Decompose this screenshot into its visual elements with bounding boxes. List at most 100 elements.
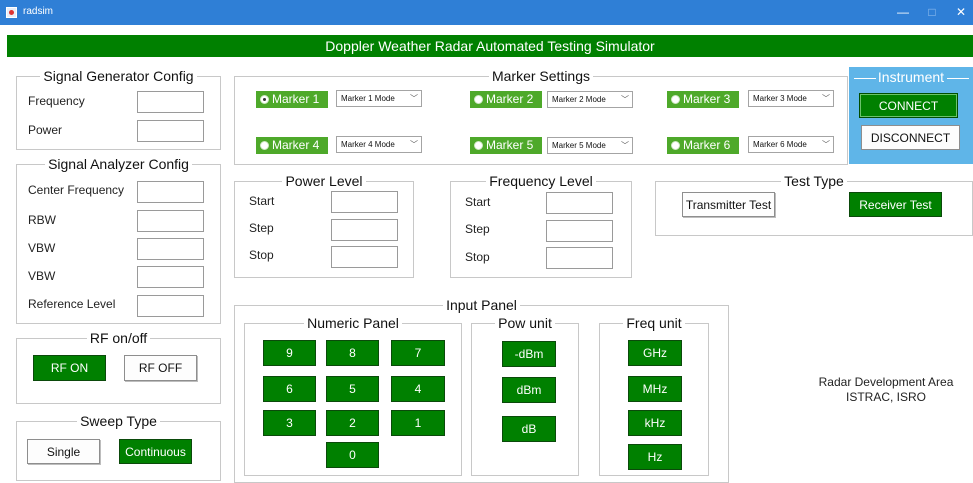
chevron-down-icon: ﹀ [410,140,418,149]
app-icon [6,7,17,18]
chevron-down-icon: ﹀ [410,94,418,103]
vbw-input-2[interactable] [137,266,204,288]
signal-generator-config-legend: Signal Generator Config [43,68,194,84]
power-start-input[interactable] [331,191,398,213]
chevron-down-icon: ﹀ [621,95,629,104]
signal-analyzer-config-legend: Signal Analyzer Config [48,156,189,172]
receiver-test-button[interactable]: Receiver Test [849,192,942,217]
numeric-key-6[interactable]: 6 [263,376,316,402]
close-button[interactable]: ✕ [951,3,971,21]
power-label: Power [28,123,63,137]
title-bar: radsim — □ ✕ [0,0,973,25]
numeric-key-2[interactable]: 2 [326,410,379,436]
rbw-label: RBW [28,213,56,227]
transmitter-test-button[interactable]: Transmitter Test [682,192,775,217]
marker-5-radio[interactable]: Marker 5 [470,137,542,154]
frequency-input[interactable] [137,91,204,113]
marker-5-mode-value: Marker 5 Mode [552,141,606,150]
radio-icon [474,141,483,150]
maximize-button[interactable]: □ [922,3,942,21]
numeric-key-9[interactable]: 9 [263,340,316,366]
marker-4-mode-dropdown[interactable]: Marker 4 Mode ﹀ [336,136,422,153]
marker-1-mode-dropdown[interactable]: Marker 1 Mode ﹀ [336,90,422,107]
power-start-label: Start [249,194,275,208]
marker-5-mode-dropdown[interactable]: Marker 5 Mode ﹀ [547,137,633,154]
radio-icon [671,95,680,104]
power-step-label: Step [249,221,274,235]
frequency-start-input[interactable] [546,192,613,214]
vbw-input[interactable] [137,238,204,260]
marker-4-radio[interactable]: Marker 4 [256,137,328,154]
radsim-window: radsim — □ ✕ Doppler Weather Radar Autom… [0,0,973,483]
power-step-input[interactable] [331,219,398,241]
marker-3-label: Marker 3 [683,92,731,106]
marker-4-mode-value: Marker 4 Mode [341,140,395,149]
organization-note: Radar Development Area ISTRAC, ISRO [806,375,966,405]
rf-on-off-legend: RF on/off [89,330,148,346]
connect-button[interactable]: CONNECT [859,93,958,118]
frequency-label: Frequency [28,94,85,108]
frequency-stop-label: Stop [465,250,490,264]
numeric-key-7[interactable]: 7 [391,340,445,366]
marker-1-mode-value: Marker 1 Mode [341,94,395,103]
marker-4-label: Marker 4 [272,138,320,152]
vbw-label-2: VBW [28,269,56,283]
pow-unit-dbm-button[interactable]: dBm [502,377,556,403]
marker-6-label: Marker 6 [683,138,731,152]
input-panel-legend: Input Panel [446,297,517,313]
chevron-down-icon: ﹀ [621,141,629,150]
minimize-button[interactable]: — [893,3,913,21]
marker-2-label: Marker 2 [486,92,534,106]
rf-on-button[interactable]: RF ON [33,355,106,381]
power-stop-label: Stop [249,248,274,262]
sweep-type-legend: Sweep Type [80,413,157,429]
divider [947,78,969,79]
freq-unit-legend: Freq unit [626,315,682,331]
organization-line-2: ISTRAC, ISRO [845,390,926,404]
center-frequency-label: Center Frequency [28,183,125,197]
power-stop-input[interactable] [331,246,398,268]
marker-6-mode-value: Marker 6 Mode [753,140,807,149]
frequency-step-label: Step [465,222,490,236]
marker-1-label: Marker 1 [272,92,320,106]
marker-3-radio[interactable]: Marker 3 [667,91,739,108]
numeric-key-3[interactable]: 3 [263,410,316,436]
frequency-step-input[interactable] [546,220,613,242]
rf-off-button[interactable]: RF OFF [124,355,197,381]
marker-2-mode-dropdown[interactable]: Marker 2 Mode ﹀ [547,91,633,108]
radio-selected-icon [260,95,269,104]
continuous-sweep-button[interactable]: Continuous [119,439,192,464]
pow-unit-db-button[interactable]: dB [502,416,556,442]
numeric-key-0[interactable]: 0 [326,442,379,468]
single-sweep-button[interactable]: Single [27,439,100,464]
freq-unit-mhz-button[interactable]: MHz [628,376,682,402]
marker-3-mode-value: Marker 3 Mode [753,94,807,103]
power-input[interactable] [137,120,204,142]
center-frequency-input[interactable] [137,181,204,203]
vbw-label: VBW [28,241,56,255]
reference-level-input[interactable] [137,295,204,317]
marker-6-mode-dropdown[interactable]: Marker 6 Mode ﹀ [748,136,834,153]
radio-icon [260,141,269,150]
marker-1-radio[interactable]: Marker 1 [256,91,328,108]
freq-unit-khz-button[interactable]: kHz [628,410,682,436]
numeric-key-8[interactable]: 8 [326,340,379,366]
frequency-stop-input[interactable] [546,247,613,269]
test-type-legend: Test Type [784,173,844,189]
pow-unit-minus-dbm-button[interactable]: -dBm [502,341,556,367]
marker-6-radio[interactable]: Marker 6 [667,137,739,154]
instrument-legend: Instrument [877,69,945,85]
numeric-key-5[interactable]: 5 [326,376,379,402]
numeric-key-4[interactable]: 4 [391,376,445,402]
freq-unit-ghz-button[interactable]: GHz [628,340,682,366]
frequency-level-legend: Frequency Level [489,173,593,189]
marker-2-radio[interactable]: Marker 2 [470,91,542,108]
rbw-input[interactable] [137,210,204,232]
organization-line-1: Radar Development Area [818,375,954,389]
marker-3-mode-dropdown[interactable]: Marker 3 Mode ﹀ [748,90,834,107]
freq-unit-hz-button[interactable]: Hz [628,444,682,470]
app-banner: Doppler Weather Radar Automated Testing … [7,35,973,57]
power-level-legend: Power Level [285,173,363,189]
disconnect-button[interactable]: DISCONNECT [861,125,960,150]
numeric-key-1[interactable]: 1 [391,410,445,436]
